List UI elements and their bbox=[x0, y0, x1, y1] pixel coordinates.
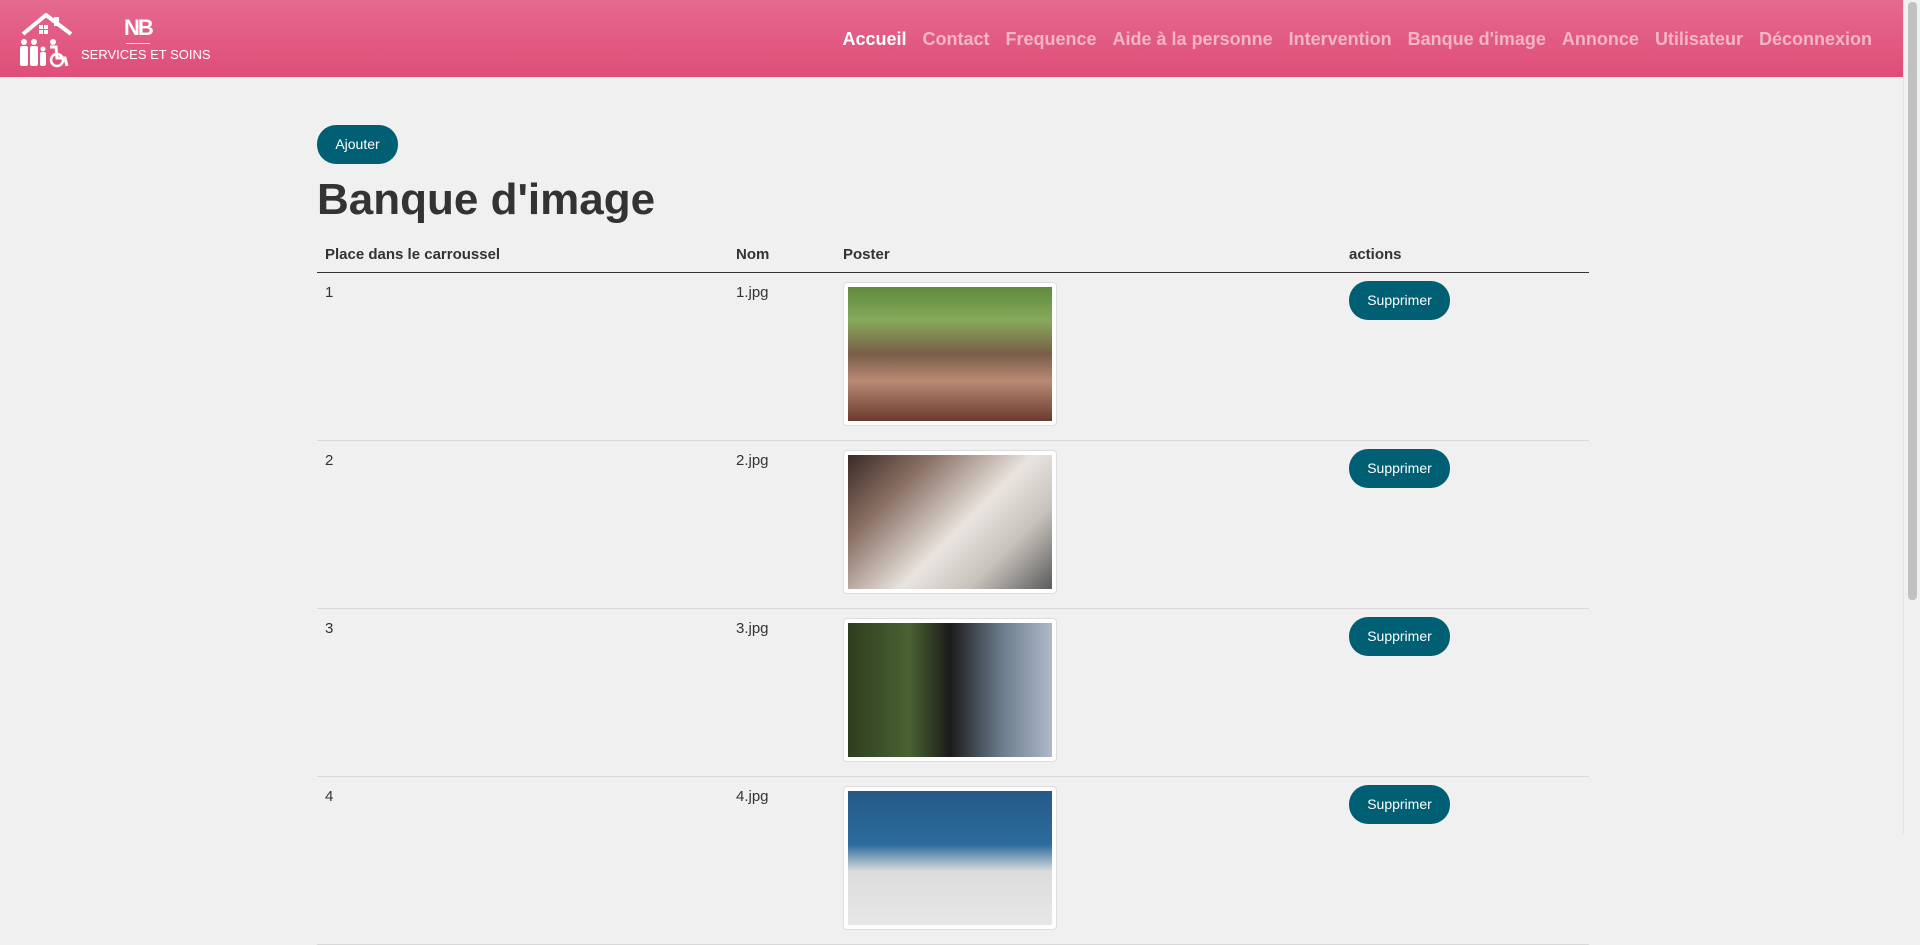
cell-nom: 4.jpg bbox=[728, 776, 835, 945]
delete-button[interactable]: Supprimer bbox=[1349, 785, 1450, 824]
nav-item-deconnexion[interactable]: Déconnexion bbox=[1751, 28, 1880, 50]
poster-image bbox=[848, 623, 1052, 757]
delete-button[interactable]: Supprimer bbox=[1349, 449, 1450, 488]
table-row: 1 1.jpg Supprimer bbox=[317, 272, 1589, 441]
main-content: Ajouter Banque d'image Place dans le car… bbox=[317, 125, 1589, 945]
poster-image bbox=[848, 287, 1052, 421]
cell-poster bbox=[835, 272, 1341, 441]
house-family-icon bbox=[20, 13, 73, 68]
poster-thumbnail bbox=[843, 618, 1057, 762]
nav-item-utilisateur[interactable]: Utilisateur bbox=[1647, 28, 1751, 50]
nav-item-accueil[interactable]: Accueil bbox=[834, 28, 914, 50]
table-row: 2 2.jpg Supprimer bbox=[317, 440, 1589, 609]
nav-item-intervention[interactable]: Intervention bbox=[1281, 28, 1400, 50]
delete-button[interactable]: Supprimer bbox=[1349, 281, 1450, 320]
cell-actions: Supprimer bbox=[1341, 440, 1589, 609]
poster-thumbnail bbox=[843, 450, 1057, 594]
table-row: 3 3.jpg Supprimer bbox=[317, 608, 1589, 777]
page-scrollbar[interactable] bbox=[1903, 0, 1920, 834]
cell-place: 1 bbox=[317, 272, 728, 441]
nav-item-frequence[interactable]: Frequence bbox=[998, 28, 1105, 50]
cell-place: 2 bbox=[317, 440, 728, 609]
navbar: NB SERVICES ET SOINS Accueil Contact Fre… bbox=[0, 0, 1904, 77]
delete-button[interactable]: Supprimer bbox=[1349, 617, 1450, 656]
cell-actions: Supprimer bbox=[1341, 608, 1589, 777]
scrollbar-thumb[interactable] bbox=[1908, 2, 1917, 600]
cell-place: 4 bbox=[317, 776, 728, 945]
image-table: Place dans le carroussel Nom Poster acti… bbox=[317, 238, 1589, 945]
header-place: Place dans le carroussel bbox=[317, 238, 728, 273]
cell-poster bbox=[835, 440, 1341, 609]
table-header-row: Place dans le carroussel Nom Poster acti… bbox=[317, 238, 1589, 273]
cell-poster bbox=[835, 776, 1341, 945]
nav-item-annonce[interactable]: Annonce bbox=[1554, 28, 1647, 50]
cell-nom: 1.jpg bbox=[728, 272, 835, 441]
header-nom: Nom bbox=[728, 238, 835, 273]
cell-place: 3 bbox=[317, 608, 728, 777]
poster-thumbnail bbox=[843, 282, 1057, 426]
brand-logo[interactable]: NB SERVICES ET SOINS bbox=[19, 12, 211, 68]
cell-nom: 3.jpg bbox=[728, 608, 835, 777]
page-title: Banque d'image bbox=[317, 175, 656, 224]
cell-actions: Supprimer bbox=[1341, 776, 1589, 945]
brand-mark: NB bbox=[124, 15, 154, 44]
nav-item-contact[interactable]: Contact bbox=[915, 28, 998, 50]
brand-subtitle: SERVICES ET SOINS bbox=[81, 47, 211, 62]
poster-image bbox=[848, 455, 1052, 589]
header-actions: actions bbox=[1341, 238, 1589, 273]
nav-item-aide-a-la-personne[interactable]: Aide à la personne bbox=[1105, 28, 1281, 50]
table-row: 4 4.jpg Supprimer bbox=[317, 776, 1589, 945]
nav-item-banque-d-image[interactable]: Banque d'image bbox=[1400, 28, 1554, 50]
poster-thumbnail bbox=[843, 786, 1057, 930]
header-poster: Poster bbox=[835, 238, 1341, 273]
cell-poster bbox=[835, 608, 1341, 777]
main-nav: Accueil Contact Frequence Aide à la pers… bbox=[834, 28, 1880, 50]
cell-nom: 2.jpg bbox=[728, 440, 835, 609]
poster-image bbox=[848, 791, 1052, 925]
cell-actions: Supprimer bbox=[1341, 272, 1589, 441]
add-image-button[interactable]: Ajouter bbox=[317, 125, 398, 164]
